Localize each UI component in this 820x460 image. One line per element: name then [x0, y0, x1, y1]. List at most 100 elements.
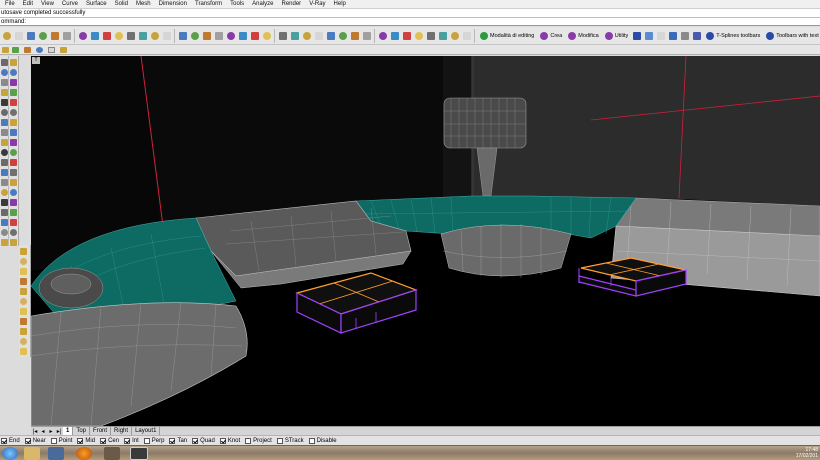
osnap-point[interactable]: Point: [50, 437, 72, 444]
side-tool-button[interactable]: [10, 179, 17, 186]
menu-file[interactable]: File: [1, 0, 19, 9]
side-tool-button[interactable]: [1, 169, 8, 176]
toolbar-button[interactable]: [213, 29, 225, 43]
toolbar-button[interactable]: [667, 29, 679, 43]
menu-analyze[interactable]: Analyze: [248, 0, 277, 9]
toolbar-button[interactable]: [101, 29, 113, 43]
side-tool-button[interactable]: [10, 239, 17, 246]
toolbar-button[interactable]: [61, 29, 73, 43]
osnap-quad[interactable]: Quad: [192, 437, 215, 444]
taskbar-rhino-icon[interactable]: [130, 447, 148, 460]
osnap-checkbox[interactable]: [219, 437, 226, 444]
side-tool-button[interactable]: [10, 69, 17, 76]
osnap-tan[interactable]: Tan: [169, 437, 187, 444]
command-prompt[interactable]: ommand:: [0, 18, 820, 26]
taskbar-explorer-icon[interactable]: [24, 447, 40, 460]
toolbar-button[interactable]: [425, 29, 437, 43]
side-tool-button[interactable]: [1, 199, 8, 206]
side-tool-button[interactable]: [1, 179, 8, 186]
toolbar-button[interactable]: [201, 29, 213, 43]
osnap-checkbox[interactable]: [124, 437, 131, 444]
osnap-mid[interactable]: Mid: [77, 437, 95, 444]
side-tool-button[interactable]: [20, 308, 27, 315]
toolbar-button[interactable]: [25, 29, 37, 43]
viewport-tab-layout1[interactable]: Layout1: [132, 427, 161, 435]
side-tool-button[interactable]: [10, 189, 17, 196]
side-tool-button[interactable]: [20, 348, 27, 355]
toolbar-button[interactable]: [237, 29, 249, 43]
toolbar-button[interactable]: [691, 29, 703, 43]
osnap-checkbox[interactable]: [169, 437, 176, 444]
side-tool-button[interactable]: [10, 79, 17, 86]
side-tool-button[interactable]: [20, 338, 27, 345]
side-tool-button[interactable]: [1, 209, 8, 216]
toolbar-button[interactable]: [325, 29, 337, 43]
osnap-checkbox[interactable]: [50, 437, 57, 444]
osnap-checkbox[interactable]: [192, 437, 199, 444]
side-tool-button[interactable]: [20, 278, 27, 285]
toolbar-button[interactable]: [679, 29, 691, 43]
menu-curve[interactable]: Curve: [58, 0, 82, 9]
toolbar-button[interactable]: [361, 29, 373, 43]
viewport-tab-top[interactable]: Top: [73, 427, 91, 435]
side-tool-button[interactable]: [1, 189, 8, 196]
menu-transform[interactable]: Transform: [191, 0, 226, 9]
tab-nav-button[interactable]: ◂: [39, 428, 47, 435]
side-tool-button[interactable]: [10, 219, 17, 226]
toolbar-button[interactable]: [189, 29, 201, 43]
side-tool-button[interactable]: [20, 318, 27, 325]
tab-nav-button[interactable]: ▸: [47, 428, 55, 435]
toolbar-button[interactable]: [413, 29, 425, 43]
side-tool-button[interactable]: [10, 89, 17, 96]
menu-solid[interactable]: Solid: [111, 0, 132, 9]
side-tool-button[interactable]: [20, 268, 27, 275]
taskbar-clock[interactable]: 17:48 17/02/201: [796, 447, 818, 459]
osnap-checkbox[interactable]: [1, 437, 7, 444]
menu-mesh[interactable]: Mesh: [132, 0, 155, 9]
toolbar-button[interactable]: [461, 29, 473, 43]
side-tool-button[interactable]: [1, 69, 8, 76]
side-tool-button[interactable]: [1, 109, 8, 116]
side-tool-button[interactable]: [10, 159, 17, 166]
toolbar-button[interactable]: [449, 29, 461, 43]
osnap-checkbox[interactable]: [308, 437, 315, 444]
side-tool-button[interactable]: [20, 328, 27, 335]
toolbar-button[interactable]: [113, 29, 125, 43]
taskbar-firefox-icon[interactable]: [76, 447, 92, 460]
toolbar-button[interactable]: [89, 29, 101, 43]
menu-help[interactable]: Help: [330, 0, 350, 9]
osnap-disable[interactable]: Disable: [308, 437, 337, 444]
toolbar-button[interactable]: [377, 29, 389, 43]
side-tool-button[interactable]: [10, 99, 17, 106]
toolbar-button[interactable]: [149, 29, 161, 43]
menu-tools[interactable]: Tools: [226, 0, 248, 9]
toolbar-button[interactable]: [631, 29, 643, 43]
perspective-viewport[interactable]: T: [31, 56, 820, 426]
side-tool-button[interactable]: [20, 288, 27, 295]
toolbar-button[interactable]: [643, 29, 655, 43]
toolbar-button[interactable]: [13, 29, 25, 43]
side-tool-button[interactable]: [10, 149, 17, 156]
toolbar-button[interactable]: [337, 29, 349, 43]
viewport-tab-1[interactable]: 1: [63, 427, 74, 435]
side-tool-button[interactable]: [10, 199, 17, 206]
osnap-near[interactable]: Near: [24, 437, 46, 444]
side-tool-button[interactable]: [1, 119, 8, 126]
osnap-checkbox[interactable]: [143, 437, 150, 444]
viewport-menu-button[interactable]: T: [32, 57, 40, 64]
side-tool-button[interactable]: [1, 59, 8, 66]
osnap-checkbox[interactable]: [276, 437, 283, 444]
toolbar-button[interactable]: [12, 47, 19, 53]
side-tool-button[interactable]: [1, 129, 8, 136]
side-tool-button[interactable]: [10, 59, 17, 66]
toolbar-button[interactable]: [2, 47, 9, 53]
menu-render[interactable]: Render: [278, 0, 306, 9]
menu-edit[interactable]: Edit: [19, 0, 37, 9]
side-tool-button[interactable]: [1, 139, 8, 146]
side-tool-button[interactable]: [1, 149, 8, 156]
side-tool-button[interactable]: [10, 229, 17, 236]
osnap-perp[interactable]: Perp: [143, 437, 164, 444]
side-tool-button[interactable]: [10, 169, 17, 176]
side-tool-button[interactable]: [1, 99, 8, 106]
toolbar-button[interactable]: [437, 29, 449, 43]
